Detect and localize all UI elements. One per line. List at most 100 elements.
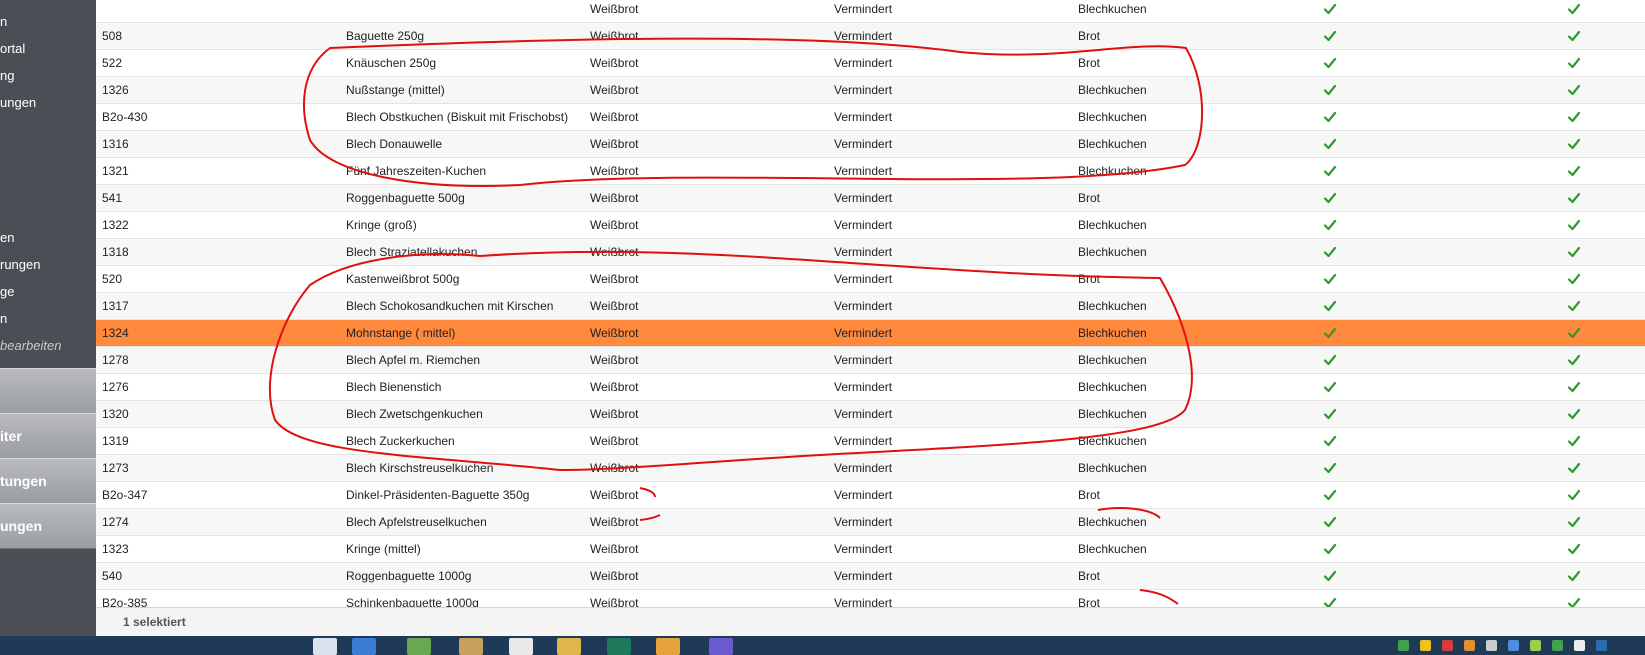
tray-icon[interactable] (1552, 640, 1563, 651)
cell-bread-type: Weißbrot (590, 434, 639, 448)
table-row[interactable]: 1321 Fünf Jahreszeiten-Kuchen Weißbrot Verm… (96, 158, 1645, 185)
tray-icon[interactable] (1574, 640, 1585, 651)
checkmark-icon (1323, 536, 1337, 562)
cell-bread-type: Weißbrot (590, 569, 639, 583)
table-row[interactable]: 1323 Kringe (mittel) Weißbrot Vermindert Ble… (96, 536, 1645, 563)
checkmark-icon (1567, 428, 1581, 454)
cell-status: Vermindert (834, 299, 893, 313)
table-row[interactable]: 1318 Blech Straziatellakuchen Weißbrot Verm… (96, 239, 1645, 266)
cell-article-number: 1273 (102, 461, 129, 475)
cell-product-name: Knäuschen 250g (346, 56, 437, 70)
cell-article-number: 1274 (102, 515, 129, 529)
tray-icon[interactable] (1420, 640, 1431, 651)
tray-icon[interactable] (1442, 640, 1453, 651)
sidebar-item[interactable]: ge (0, 280, 96, 304)
table-row[interactable]: 1324 Mohnstange ( mittel) Weißbrot Verminde… (96, 320, 1645, 347)
table-row[interactable]: 540 Roggenbaguette 1000g Weißbrot Verminder… (96, 563, 1645, 590)
table-row[interactable]: B2o-347 Dinkel-Präsidenten-Baguette 350g W… (96, 482, 1645, 509)
sidebar-section-button[interactable]: iter (0, 413, 96, 459)
tray-icon[interactable] (1486, 640, 1497, 651)
cell-status: Vermindert (834, 191, 893, 205)
tray-icon[interactable] (1508, 640, 1519, 651)
cell-bread-type: Weißbrot (590, 29, 639, 43)
cell-product-name: Blech Zuckerkuchen (346, 434, 455, 448)
calculator-icon[interactable] (313, 638, 337, 655)
table-row[interactable]: 1278 Blech Apfel m. Riemchen Weißbrot Vermi… (96, 347, 1645, 374)
table-row[interactable]: 1317 Blech Schokosandkuchen mit Kirschen W… (96, 293, 1645, 320)
outlook-icon[interactable] (656, 638, 680, 655)
table-row[interactable]: 541 Roggenbaguette 500g Weißbrot Vermindert… (96, 185, 1645, 212)
tray-icon[interactable] (1464, 640, 1475, 651)
notepad-icon[interactable] (459, 638, 483, 655)
checkmark-icon (1323, 0, 1337, 22)
sidebar-item[interactable]: bearbeiten (0, 334, 96, 358)
tray-icon[interactable] (1530, 640, 1541, 651)
sidebar-item[interactable]: en (0, 226, 96, 250)
table-row[interactable]: 1326 Nußstange (mittel) Weißbrot Vermindert… (96, 77, 1645, 104)
cell-status: Vermindert (834, 56, 893, 70)
sidebar-item[interactable]: ng (0, 64, 96, 88)
checkmark-icon (1323, 239, 1337, 265)
sidebar-section-button[interactable]: ungen (0, 503, 96, 549)
sidebar-item[interactable]: n (0, 10, 96, 34)
table-row[interactable]: 1322 Kringe (groß) Weißbrot Vermindert Blech… (96, 212, 1645, 239)
cell-product-name: Blech Donauwelle (346, 137, 443, 151)
sidebar-item[interactable]: ungen (0, 91, 96, 115)
cell-group: Brot (1078, 191, 1101, 205)
cell-product-name: Kringe (groß) (346, 218, 417, 232)
main-panel: Weißbrot Vermindert Blechkuchen 508 Baguette… (96, 0, 1645, 644)
tray-icon[interactable] (1596, 640, 1607, 651)
checkmark-icon (1323, 104, 1337, 130)
cell-group: Blechkuchen (1078, 461, 1147, 475)
table-row[interactable]: 1320 Blech Zwetschgenkuchen Weißbrot Vermin… (96, 401, 1645, 428)
checkmark-icon (1323, 23, 1337, 49)
table-row[interactable]: 520 Kastenweißbrot 500g Weißbrot Vermindert… (96, 266, 1645, 293)
cell-product-name: Dinkel-Präsidenten-Baguette 350g (346, 488, 530, 502)
cell-article-number: 1326 (102, 83, 129, 97)
vpn-icon[interactable] (709, 638, 733, 655)
cell-group: Brot (1078, 272, 1101, 286)
cell-article-number: 1317 (102, 299, 129, 313)
table-row[interactable]: 1274 Blech Apfelstreuselkuchen Weißbrot Ver… (96, 509, 1645, 536)
checkmark-icon (1567, 563, 1581, 589)
checkmark-icon (1323, 455, 1337, 481)
cell-group: Blechkuchen (1078, 245, 1147, 259)
pinball-icon[interactable] (509, 638, 533, 655)
table-row[interactable]: 508 Baguette 250g Weißbrot Vermindert Brot (96, 23, 1645, 50)
sidebar-item[interactable]: ortal (0, 37, 96, 61)
cell-article-number: 1278 (102, 353, 129, 367)
chrome-icon[interactable] (352, 638, 376, 655)
checkmark-icon (1323, 401, 1337, 427)
sidebar-section-button[interactable]: tungen (0, 458, 96, 504)
cell-article-number: 508 (102, 29, 123, 43)
checkmark-icon (1567, 77, 1581, 103)
cell-article-number: 520 (102, 272, 123, 286)
cleaner-icon[interactable] (407, 638, 431, 655)
cell-group: Blechkuchen (1078, 83, 1147, 97)
checkmark-icon (1567, 131, 1581, 157)
checkmark-icon (1567, 374, 1581, 400)
table-row[interactable]: B2o-430 Blech Obstkuchen (Biskuit mit Fri… (96, 104, 1645, 131)
table-row[interactable]: 1319 Blech Zuckerkuchen Weißbrot Vermindert… (96, 428, 1645, 455)
checkmark-icon (1567, 104, 1581, 130)
sidebar-item[interactable]: n (0, 307, 96, 331)
cell-product-name: Baguette 250g (346, 29, 425, 43)
publisher-icon[interactable] (607, 638, 631, 655)
sidebar-nav: n ortal ng ungen en rungen ge n bearbeiten iter tu… (0, 0, 96, 636)
table-row[interactable]: 522 Knäuschen 250g Weißbrot Vermindert Brot (96, 50, 1645, 77)
cell-group: Brot (1078, 29, 1101, 43)
table-row[interactable]: 1316 Blech Donauwelle Weißbrot Vermindert Bl… (96, 131, 1645, 158)
sidebar-item[interactable]: rungen (0, 253, 96, 277)
cell-article-number: 1316 (102, 137, 129, 151)
cell-status: Vermindert (834, 164, 893, 178)
folder-icon[interactable] (557, 638, 581, 655)
checkmark-icon (1323, 374, 1337, 400)
table-row[interactable]: 1273 Blech Kirschstreuselkuchen Weißbrot Ve… (96, 455, 1645, 482)
cell-article-number: 1320 (102, 407, 129, 421)
tray-icon[interactable] (1398, 640, 1409, 651)
sidebar-section-button[interactable] (0, 368, 96, 414)
table-row[interactable]: 1276 Blech Bienenstich Weißbrot Vermindert B… (96, 374, 1645, 401)
cell-product-name: Fünf Jahreszeiten-Kuchen (346, 164, 487, 178)
table-row[interactable]: Weißbrot Vermindert Blechkuchen (96, 0, 1645, 23)
cell-bread-type: Weißbrot (590, 272, 639, 286)
